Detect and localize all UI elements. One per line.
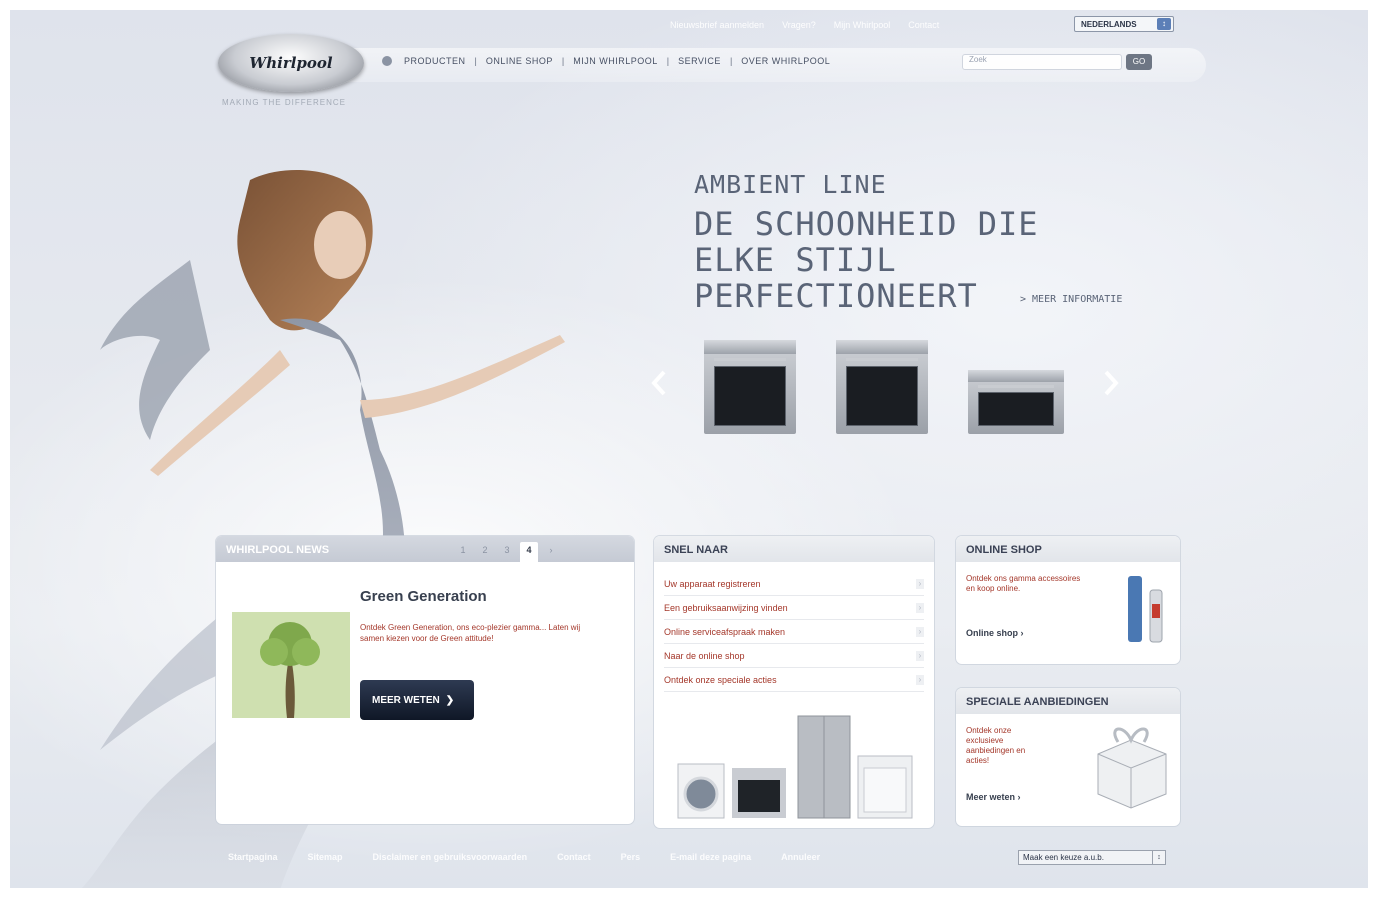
news-page-3[interactable]: 3 <box>498 542 516 558</box>
oven-product-1[interactable] <box>704 340 796 434</box>
snel-naar-link-manual[interactable]: Een gebruiksaanwijzing vinden › <box>664 596 924 620</box>
whirlpool-logo[interactable]: Whirlpool <box>218 34 364 92</box>
chevron-right-icon: › <box>916 626 924 637</box>
search-input[interactable]: Zoek <box>962 54 1122 70</box>
language-value: NEDERLANDS <box>1081 19 1137 29</box>
carousel-prev-arrow-icon[interactable] <box>650 370 668 396</box>
chevron-right-icon: › <box>916 674 924 685</box>
news-pager: 1 2 3 4 › <box>454 542 560 564</box>
utility-link-contact[interactable]: Contact <box>908 20 939 30</box>
special-offers-body: Ontdek onze exclusieve aanbiedingen en a… <box>966 726 1026 765</box>
oven-product-2[interactable] <box>836 340 928 434</box>
news-headline: Green Generation <box>360 588 487 605</box>
chevron-right-icon: › <box>1017 792 1021 802</box>
snel-naar-title: SNEL NAAR <box>664 544 728 556</box>
country-select[interactable]: Maak een keuze a.u.b. ↕ <box>1018 850 1166 865</box>
country-select-value: Maak een keuze a.u.b. <box>1023 853 1104 862</box>
snel-naar-links: Uw apparaat registreren › Een gebruiksaa… <box>664 572 924 692</box>
footer-link-email-page[interactable]: E-mail deze pagina <box>670 852 751 862</box>
news-panel: WHIRLPOOL NEWS 1 2 3 4 › Green Generatio… <box>216 536 634 824</box>
news-page-4[interactable]: 4 <box>520 542 538 564</box>
utility-links: Nieuwsbrief aanmelden Vragen? Mijn Whirl… <box>670 20 939 30</box>
search-button[interactable]: GO <box>1126 54 1152 70</box>
news-body: Ontdek Green Generation, ons eco-plezier… <box>360 623 581 643</box>
footer-link-cancel[interactable]: Annuleer <box>781 852 820 862</box>
main-nav: PRODUCTEN | ONLINE SHOP | MIJN WHIRLPOOL… <box>382 56 830 66</box>
news-page-next[interactable]: › <box>542 542 560 558</box>
snel-naar-link-actions[interactable]: Ontdek onze speciale acties › <box>664 668 924 692</box>
hero-title-line-1: DE SCHOONHEID DIE <box>694 205 1039 243</box>
footer-link-contact[interactable]: Contact <box>557 852 591 862</box>
nav-online-shop[interactable]: ONLINE SHOP <box>486 56 553 66</box>
snel-naar-link-register[interactable]: Uw apparaat registreren › <box>664 572 924 596</box>
carousel-next-arrow-icon[interactable] <box>1102 370 1120 396</box>
special-offers-panel: SPECIALE AANBIEDINGEN Ontdek onze exclus… <box>956 688 1180 826</box>
news-page-1[interactable]: 1 <box>454 542 472 558</box>
gift-box-icon <box>1097 727 1167 809</box>
nav-mijn-whirlpool[interactable]: MIJN WHIRLPOOL <box>573 56 658 66</box>
meer-weten-button[interactable]: MEER WETEN ❯ <box>360 680 474 720</box>
footer-link-home[interactable]: Startpagina <box>228 852 278 862</box>
special-offers-link[interactable]: Meer weten › <box>966 792 1021 802</box>
snel-naar-link-service[interactable]: Online serviceafspraak maken › <box>664 620 924 644</box>
online-shop-title: ONLINE SHOP <box>966 544 1042 556</box>
online-shop-panel: ONLINE SHOP Ontdek ons gamma accessoires… <box>956 536 1180 664</box>
footer-link-disclaimer[interactable]: Disclaimer en gebruiksvoorwaarden <box>373 852 528 862</box>
utility-link-my-whirlpool[interactable]: Mijn Whirlpool <box>834 20 891 30</box>
meer-weten-label: MEER WETEN <box>372 694 440 706</box>
chevron-right-icon: › <box>1020 628 1024 638</box>
special-offers-title: SPECIALE AANBIEDINGEN <box>966 696 1109 708</box>
nav-service[interactable]: SERVICE <box>678 56 721 66</box>
chevron-right-icon: › <box>916 650 924 661</box>
snel-naar-panel: SNEL NAAR Uw apparaat registreren › Een … <box>654 536 934 828</box>
home-icon[interactable] <box>382 56 392 66</box>
chevron-right-icon: › <box>916 578 924 589</box>
utility-link-newsletter[interactable]: Nieuwsbrief aanmelden <box>670 20 764 30</box>
utility-link-questions[interactable]: Vragen? <box>782 20 816 30</box>
accessories-image <box>1128 576 1163 643</box>
snel-naar-link-shop[interactable]: Naar de online shop › <box>664 644 924 668</box>
logo-text: Whirlpool <box>249 54 333 72</box>
hero-more-info-link[interactable]: > MEER INFORMATIE <box>1020 294 1122 305</box>
footer-links: Startpagina Sitemap Disclaimer en gebrui… <box>228 852 820 862</box>
hero-kicker: AMBIENT LINE <box>694 170 887 199</box>
select-arrows-icon: ↕ <box>1157 18 1171 30</box>
chevron-right-icon: ❯ <box>445 694 455 706</box>
online-shop-link[interactable]: Online shop › <box>966 628 1024 638</box>
news-panel-title: WHIRLPOOL NEWS <box>226 544 330 556</box>
nav-producten[interactable]: PRODUCTEN <box>404 56 466 66</box>
tagline: MAKING THE DIFFERENCE <box>222 98 346 107</box>
nav-over-whirlpool[interactable]: OVER WHIRLPOOL <box>741 56 830 66</box>
page-background: Nieuwsbrief aanmelden Vragen? Mijn Whirl… <box>10 10 1368 888</box>
footer-link-sitemap[interactable]: Sitemap <box>308 852 343 862</box>
news-page-2[interactable]: 2 <box>476 542 494 558</box>
green-generation-image <box>232 612 350 718</box>
language-select[interactable]: NEDERLANDS ↕ <box>1074 16 1174 32</box>
footer-link-press[interactable]: Pers <box>621 852 641 862</box>
oven-product-3[interactable] <box>968 370 1064 434</box>
select-arrow-icon: ↕ <box>1152 851 1165 864</box>
online-shop-body: Ontdek ons gamma accessoires en koop onl… <box>966 574 1081 593</box>
appliances-image <box>677 715 913 819</box>
chevron-right-icon: › <box>916 602 924 613</box>
